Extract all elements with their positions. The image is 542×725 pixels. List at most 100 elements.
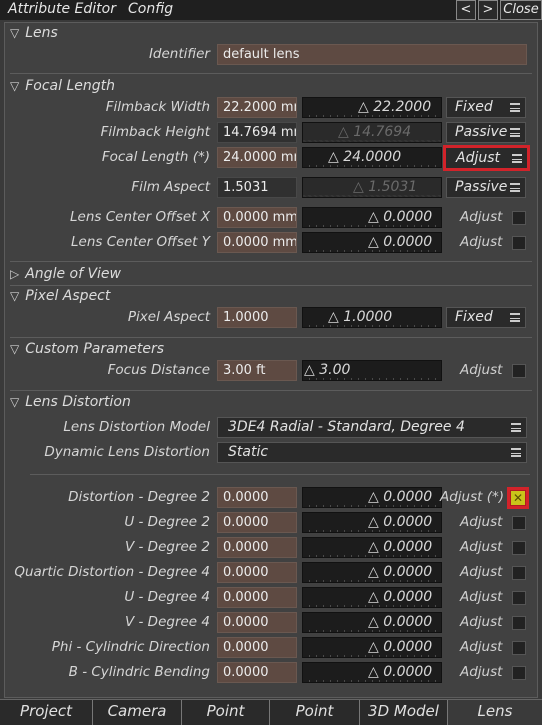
check-x-icon: ✕ <box>511 491 525 505</box>
param-slider-value: △ 0.0000 <box>368 564 433 580</box>
menu-icon <box>510 103 520 112</box>
param-adjust-checkbox[interactable] <box>512 541 526 555</box>
focus-distance-slider[interactable]: △ 3.00 <box>302 360 442 381</box>
filmback-height-slider-value: △ 14.7694 <box>338 124 412 140</box>
section-pixel-aspect-label: Pixel Aspect <box>25 288 111 304</box>
menu-icon <box>510 128 520 137</box>
focus-distance-input[interactable]: 3.00 ft <box>217 360 297 381</box>
param-adjust-checkbox[interactable] <box>512 666 526 680</box>
prev-button[interactable]: < <box>456 0 476 20</box>
divider <box>10 285 532 286</box>
divider <box>10 261 532 262</box>
focal-length-mode-dropdown[interactable]: Adjust <box>443 145 530 171</box>
tab-3d-model[interactable]: 3D Model <box>360 700 448 725</box>
offset-y-label: Lens Center Offset Y <box>71 234 210 250</box>
pixel-aspect-slider[interactable]: △ 1.0000 <box>302 307 442 328</box>
next-button[interactable]: > <box>478 0 498 20</box>
section-angle-of-view[interactable]: ▷ Angle of View <box>10 266 121 282</box>
collapse-triangle-icon: ▽ <box>10 395 20 409</box>
identifier-input[interactable]: default lens <box>217 44 527 65</box>
param-slider[interactable]: △ 0.0000 <box>302 612 442 633</box>
param-adjust-checkbox[interactable] <box>512 591 526 605</box>
filmback-width-label: Filmback Width <box>105 99 210 115</box>
offset-x-adjust-checkbox[interactable] <box>512 211 526 225</box>
param-mode-label: Adjust <box>460 639 503 655</box>
param-input[interactable]: 0.0000 <box>217 587 297 608</box>
param-slider[interactable]: △ 0.0000 <box>302 662 442 683</box>
param-adjust-checkbox[interactable] <box>512 516 526 530</box>
param-input[interactable]: 0.0000 <box>217 637 297 658</box>
filmback-width-input[interactable]: 22.2000 mm <box>217 97 297 118</box>
param-label: Distortion - Degree 2 <box>68 489 210 505</box>
param-label: Phi - Cylindric Direction <box>51 639 210 655</box>
param-slider[interactable]: △ 0.0000 <box>302 487 442 508</box>
section-pixel-aspect[interactable]: ▽ Pixel Aspect <box>10 288 110 304</box>
param-adjust-checkbox[interactable] <box>512 616 526 630</box>
param-label: U - Degree 2 <box>124 514 210 530</box>
param-slider[interactable]: △ 0.0000 <box>302 587 442 608</box>
param-adjust-checkbox[interactable] <box>512 566 526 580</box>
section-focal-length[interactable]: ▽ Focal Length <box>10 78 115 94</box>
focal-length-slider[interactable]: △ 24.0000 <box>302 147 442 168</box>
section-lens-distortion[interactable]: ▽ Lens Distortion <box>10 394 131 410</box>
distortion-degree2-adjust-checkbox[interactable]: ✕ <box>507 487 529 509</box>
offset-y-slider-value: △ 0.0000 <box>368 234 433 250</box>
param-adjust-checkbox[interactable] <box>512 641 526 655</box>
pixel-aspect-label: Pixel Aspect <box>127 309 210 325</box>
param-slider[interactable]: △ 0.0000 <box>302 637 442 658</box>
param-input[interactable]: 0.0000 <box>217 612 297 633</box>
dynamic-distortion-dropdown[interactable]: Static <box>217 442 527 463</box>
filmback-height-slider: △ 14.7694 <box>302 122 442 143</box>
dynamic-distortion-label: Dynamic Lens Distortion <box>44 444 210 460</box>
tab-camera[interactable]: Camera <box>93 700 182 725</box>
divider <box>30 474 530 475</box>
param-input[interactable]: 0.0000 <box>217 487 297 508</box>
distortion-model-dropdown[interactable]: 3DE4 Radial - Standard, Degree 4 <box>217 417 527 438</box>
param-slider[interactable]: △ 0.0000 <box>302 537 442 558</box>
tab-lens[interactable]: Lens <box>448 700 542 725</box>
section-custom-parameters[interactable]: ▽ Custom Parameters <box>10 341 164 357</box>
offset-x-slider[interactable]: △ 0.0000 <box>302 207 442 228</box>
focus-distance-adjust-checkbox[interactable] <box>512 364 526 378</box>
param-input[interactable]: 0.0000 <box>217 662 297 683</box>
offset-y-input[interactable]: 0.0000 mm <box>217 232 297 253</box>
focal-length-slider-value: △ 24.0000 <box>328 149 402 165</box>
divider <box>10 73 532 74</box>
param-slider[interactable]: △ 0.0000 <box>302 512 442 533</box>
film-aspect-slider: △ 1.5031 <box>302 177 442 198</box>
param-input[interactable]: 0.0000 <box>217 562 297 583</box>
focal-length-input[interactable]: 24.0000 mm <box>217 147 297 168</box>
offset-y-adjust-checkbox[interactable] <box>512 236 526 250</box>
section-focal-length-label: Focal Length <box>25 78 116 94</box>
param-slider[interactable]: △ 0.0000 <box>302 562 442 583</box>
tab-project[interactable]: Project <box>0 700 93 725</box>
param-mode-label: Adjust <box>460 589 503 605</box>
film-aspect-slider-value: △ 1.5031 <box>353 179 418 195</box>
filmback-height-mode-dropdown[interactable]: Passive <box>446 122 526 143</box>
offset-x-input[interactable]: 0.0000 mm <box>217 207 297 228</box>
pixel-aspect-slider-value: △ 1.0000 <box>328 309 393 325</box>
tab-point-group[interactable]: Point Group <box>182 700 270 725</box>
section-lens[interactable]: ▽ Lens <box>10 25 58 41</box>
menu-icon <box>511 423 521 432</box>
menu-attribute-editor[interactable]: Attribute Editor <box>8 1 116 17</box>
filmback-width-mode-dropdown[interactable]: Fixed <box>446 97 526 118</box>
distortion-model-label: Lens Distortion Model <box>63 419 210 435</box>
pixel-aspect-input[interactable]: 1.0000 <box>217 307 297 328</box>
param-label: B - Cylindric Bending <box>68 664 210 680</box>
param-input[interactable]: 0.0000 <box>217 512 297 533</box>
param-input[interactable]: 0.0000 <box>217 537 297 558</box>
pixel-aspect-mode-dropdown[interactable]: Fixed <box>446 307 526 328</box>
filmback-height-input[interactable]: 14.7694 mm <box>217 122 297 143</box>
film-aspect-input[interactable]: 1.5031 <box>217 177 297 198</box>
filmback-height-label: Filmback Height <box>100 124 210 140</box>
param-mode-label: Adjust (*) <box>440 489 505 505</box>
filmback-width-slider[interactable]: △ 22.2000 <box>302 97 442 118</box>
film-aspect-mode-dropdown[interactable]: Passive <box>446 177 526 198</box>
offset-y-slider[interactable]: △ 0.0000 <box>302 232 442 253</box>
tab-point[interactable]: Point <box>270 700 360 725</box>
menu-config[interactable]: Config <box>128 1 173 17</box>
param-slider-value: △ 0.0000 <box>368 489 433 505</box>
expand-triangle-icon: ▷ <box>10 267 20 281</box>
close-button[interactable]: Close <box>500 0 542 20</box>
